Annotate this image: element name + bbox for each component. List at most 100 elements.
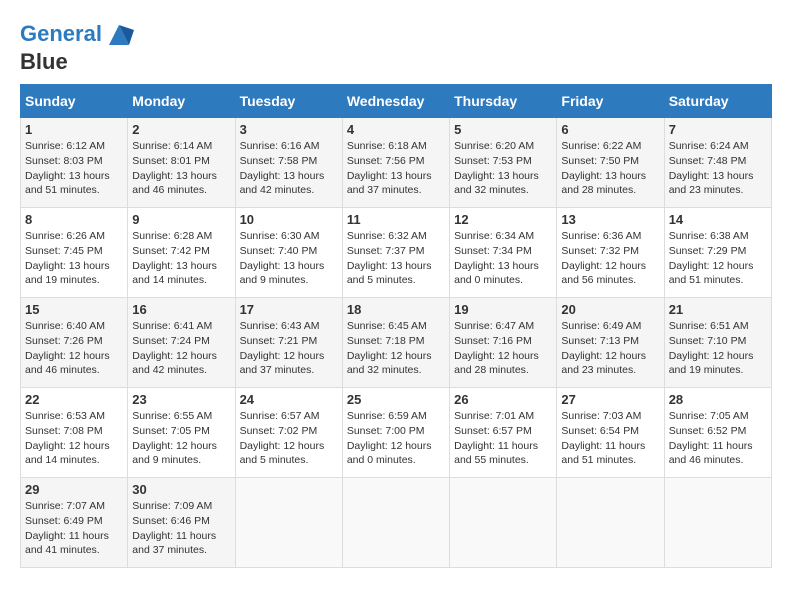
calendar-cell: 2Sunrise: 6:14 AMSunset: 8:01 PMDaylight… (128, 118, 235, 208)
calendar-cell: 25Sunrise: 6:59 AMSunset: 7:00 PMDayligh… (342, 388, 449, 478)
daylight-info: Daylight: 12 hours and 9 minutes. (132, 440, 217, 467)
day-number: 13 (561, 212, 659, 227)
day-number: 23 (132, 392, 230, 407)
daylight-info: Daylight: 13 hours and 46 minutes. (132, 170, 217, 197)
sunrise-info: Sunrise: 6:28 AM (132, 230, 212, 242)
weekday-header-wednesday: Wednesday (342, 85, 449, 118)
sunrise-info: Sunrise: 6:22 AM (561, 140, 641, 152)
calendar-cell: 21Sunrise: 6:51 AMSunset: 7:10 PMDayligh… (664, 298, 771, 388)
sunset-info: Sunset: 8:01 PM (132, 155, 210, 167)
day-number: 6 (561, 122, 659, 137)
sunset-info: Sunset: 7:18 PM (347, 335, 425, 347)
day-info: Sunrise: 6:34 AMSunset: 7:34 PMDaylight:… (454, 229, 552, 288)
calendar-cell: 11Sunrise: 6:32 AMSunset: 7:37 PMDayligh… (342, 208, 449, 298)
sunset-info: Sunset: 7:16 PM (454, 335, 532, 347)
day-number: 16 (132, 302, 230, 317)
day-number: 21 (669, 302, 767, 317)
sunset-info: Sunset: 7:45 PM (25, 245, 103, 257)
daylight-info: Daylight: 12 hours and 14 minutes. (25, 440, 110, 467)
weekday-header-monday: Monday (128, 85, 235, 118)
day-info: Sunrise: 6:41 AMSunset: 7:24 PMDaylight:… (132, 319, 230, 378)
sunrise-info: Sunrise: 6:40 AM (25, 320, 105, 332)
daylight-info: Daylight: 12 hours and 51 minutes. (669, 260, 754, 287)
page-header: General Blue (20, 20, 772, 74)
sunset-info: Sunset: 7:00 PM (347, 425, 425, 437)
day-number: 8 (25, 212, 123, 227)
daylight-info: Daylight: 13 hours and 5 minutes. (347, 260, 432, 287)
day-info: Sunrise: 6:45 AMSunset: 7:18 PMDaylight:… (347, 319, 445, 378)
sunrise-info: Sunrise: 6:59 AM (347, 410, 427, 422)
logo-blue: Blue (20, 49, 68, 74)
sunrise-info: Sunrise: 6:53 AM (25, 410, 105, 422)
day-number: 22 (25, 392, 123, 407)
calendar-cell: 17Sunrise: 6:43 AMSunset: 7:21 PMDayligh… (235, 298, 342, 388)
daylight-info: Daylight: 12 hours and 0 minutes. (347, 440, 432, 467)
sunrise-info: Sunrise: 7:03 AM (561, 410, 641, 422)
sunrise-info: Sunrise: 6:20 AM (454, 140, 534, 152)
day-number: 19 (454, 302, 552, 317)
sunset-info: Sunset: 7:13 PM (561, 335, 639, 347)
day-number: 4 (347, 122, 445, 137)
sunrise-info: Sunrise: 6:30 AM (240, 230, 320, 242)
sunrise-info: Sunrise: 6:26 AM (25, 230, 105, 242)
sunrise-info: Sunrise: 6:36 AM (561, 230, 641, 242)
daylight-info: Daylight: 11 hours and 37 minutes. (132, 530, 216, 557)
daylight-info: Daylight: 12 hours and 19 minutes. (669, 350, 754, 377)
day-info: Sunrise: 6:36 AMSunset: 7:32 PMDaylight:… (561, 229, 659, 288)
day-number: 2 (132, 122, 230, 137)
sunrise-info: Sunrise: 7:09 AM (132, 500, 212, 512)
sunrise-info: Sunrise: 6:38 AM (669, 230, 749, 242)
sunset-info: Sunset: 6:57 PM (454, 425, 532, 437)
day-number: 15 (25, 302, 123, 317)
sunrise-info: Sunrise: 6:47 AM (454, 320, 534, 332)
sunrise-info: Sunrise: 6:43 AM (240, 320, 320, 332)
daylight-info: Daylight: 13 hours and 42 minutes. (240, 170, 325, 197)
day-info: Sunrise: 6:57 AMSunset: 7:02 PMDaylight:… (240, 409, 338, 468)
calendar-cell: 14Sunrise: 6:38 AMSunset: 7:29 PMDayligh… (664, 208, 771, 298)
sunset-info: Sunset: 7:37 PM (347, 245, 425, 257)
daylight-info: Daylight: 12 hours and 56 minutes. (561, 260, 646, 287)
calendar-cell: 29Sunrise: 7:07 AMSunset: 6:49 PMDayligh… (21, 478, 128, 568)
sunset-info: Sunset: 7:08 PM (25, 425, 103, 437)
calendar-cell (342, 478, 449, 568)
sunrise-info: Sunrise: 7:07 AM (25, 500, 105, 512)
calendar-cell: 20 Sunrise: 6:49 AMSunset: 7:13 PMDayligh… (557, 298, 664, 388)
day-number: 7 (669, 122, 767, 137)
sunrise-info: Sunrise: 6:24 AM (669, 140, 749, 152)
day-number: 29 (25, 482, 123, 497)
daylight-info: Daylight: 13 hours and 9 minutes. (240, 260, 325, 287)
day-number: 24 (240, 392, 338, 407)
sunset-info: Sunset: 6:52 PM (669, 425, 747, 437)
daylight-info: Daylight: 13 hours and 28 minutes. (561, 170, 646, 197)
day-number: 20 (561, 302, 659, 317)
day-info: Sunrise: 6:49 AMSunset: 7:13 PMDaylight:… (561, 319, 659, 378)
calendar-table: SundayMondayTuesdayWednesdayThursdayFrid… (20, 84, 772, 568)
weekday-header-tuesday: Tuesday (235, 85, 342, 118)
sunset-info: Sunset: 7:58 PM (240, 155, 318, 167)
sunrise-info: Sunrise: 6:32 AM (347, 230, 427, 242)
sunset-info: Sunset: 6:54 PM (561, 425, 639, 437)
sunset-info: Sunset: 7:02 PM (240, 425, 318, 437)
calendar-week-row: 29Sunrise: 7:07 AMSunset: 6:49 PMDayligh… (21, 478, 772, 568)
day-info: Sunrise: 6:18 AMSunset: 7:56 PMDaylight:… (347, 139, 445, 198)
day-number: 30 (132, 482, 230, 497)
daylight-info: Daylight: 11 hours and 51 minutes. (561, 440, 645, 467)
logo: General Blue (20, 20, 134, 74)
calendar-cell: 6Sunrise: 6:22 AMSunset: 7:50 PMDaylight… (557, 118, 664, 208)
weekday-header-thursday: Thursday (450, 85, 557, 118)
sunset-info: Sunset: 7:34 PM (454, 245, 532, 257)
calendar-cell: 15Sunrise: 6:40 AMSunset: 7:26 PMDayligh… (21, 298, 128, 388)
calendar-cell (557, 478, 664, 568)
day-info: Sunrise: 7:03 AM Sunset: 6:54 PM Daylight:… (561, 409, 659, 468)
day-info: Sunrise: 6:43 AMSunset: 7:21 PMDaylight:… (240, 319, 338, 378)
sunset-info: Sunset: 7:26 PM (25, 335, 103, 347)
calendar-week-row: 22 Sunrise: 6:53 AM Sunset: 7:08 PM Dayligh… (21, 388, 772, 478)
calendar-cell: 8Sunrise: 6:26 AMSunset: 7:45 PMDaylight… (21, 208, 128, 298)
logo-text: General Blue (20, 20, 134, 74)
daylight-info: Daylight: 12 hours and 42 minutes. (132, 350, 217, 377)
daylight-info: Daylight: 12 hours and 23 minutes. (561, 350, 646, 377)
day-info: Sunrise: 6:20 AMSunset: 7:53 PMDaylight:… (454, 139, 552, 198)
sunset-info: Sunset: 7:42 PM (132, 245, 210, 257)
day-info: Sunrise: 6:32 AM Sunset: 7:37 PM Daylight:… (347, 229, 445, 288)
sunrise-info: Sunrise: 6:16 AM (240, 140, 320, 152)
